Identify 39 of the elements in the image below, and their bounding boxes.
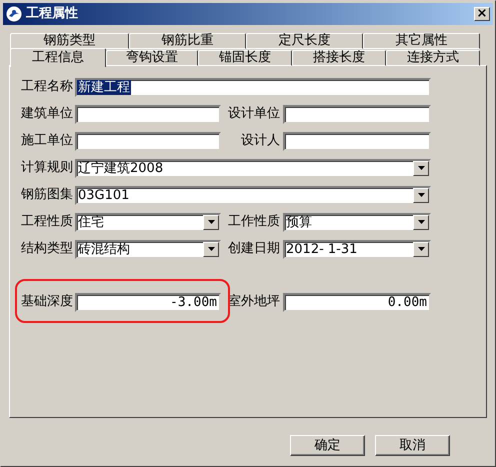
dropdown[interactable]: 住宅 [75, 212, 221, 232]
dialog-button[interactable]: 取消 [375, 435, 450, 456]
tab[interactable]: 锚固长度 [198, 50, 292, 66]
dropdown[interactable]: 辽宁建筑2008 [75, 158, 431, 178]
field-label: 建筑单位 [21, 105, 74, 124]
field-label: 工作性质 [227, 213, 281, 232]
field-label: 施工单位 [21, 132, 74, 150]
field-label: 基础深度 [21, 293, 74, 312]
app-logo-icon [6, 6, 22, 22]
dropdown[interactable]: 预算 [283, 212, 431, 232]
window-title: 工程属性 [26, 5, 79, 24]
field-label: 设计人 [240, 132, 281, 150]
input-field[interactable] [75, 104, 221, 124]
field-label: 计算规则 [21, 159, 74, 178]
tab[interactable]: 钢筋类型 [10, 33, 129, 49]
tab[interactable]: 搭接长度 [292, 50, 386, 66]
tab[interactable]: 钢筋比重 [129, 33, 246, 49]
field-label: 创建日期 [227, 240, 281, 258]
input-field[interactable]: 0.00m [283, 292, 431, 312]
tab[interactable]: 工程信息 [10, 48, 106, 67]
tab[interactable]: 连接方式 [386, 50, 480, 66]
field-label: 工程名称 [21, 78, 74, 96]
field-label: 结构类型 [21, 240, 74, 258]
input-field[interactable] [75, 132, 221, 150]
tab[interactable]: 弯钩设置 [106, 50, 198, 66]
input-field[interactable] [283, 104, 431, 124]
input-field[interactable] [283, 132, 431, 150]
field-label: 工程性质 [21, 213, 74, 232]
tab[interactable]: 定尺长度 [246, 33, 363, 49]
dialog-button[interactable]: 确定 [290, 435, 365, 456]
input-field[interactable]: -3.00m [75, 292, 221, 312]
close-button[interactable]: × [474, 7, 490, 21]
dropdown[interactable]: 砖混结构 [75, 240, 221, 258]
field-label: 钢筋图集 [21, 186, 74, 204]
field-label: 设计单位 [227, 105, 281, 124]
dropdown[interactable]: 03G101 [75, 186, 431, 204]
dropdown[interactable]: 2012- 1-31 [283, 240, 431, 258]
input-field[interactable]: 新建工程 [75, 78, 431, 96]
tab[interactable]: 其它属性 [363, 33, 480, 49]
